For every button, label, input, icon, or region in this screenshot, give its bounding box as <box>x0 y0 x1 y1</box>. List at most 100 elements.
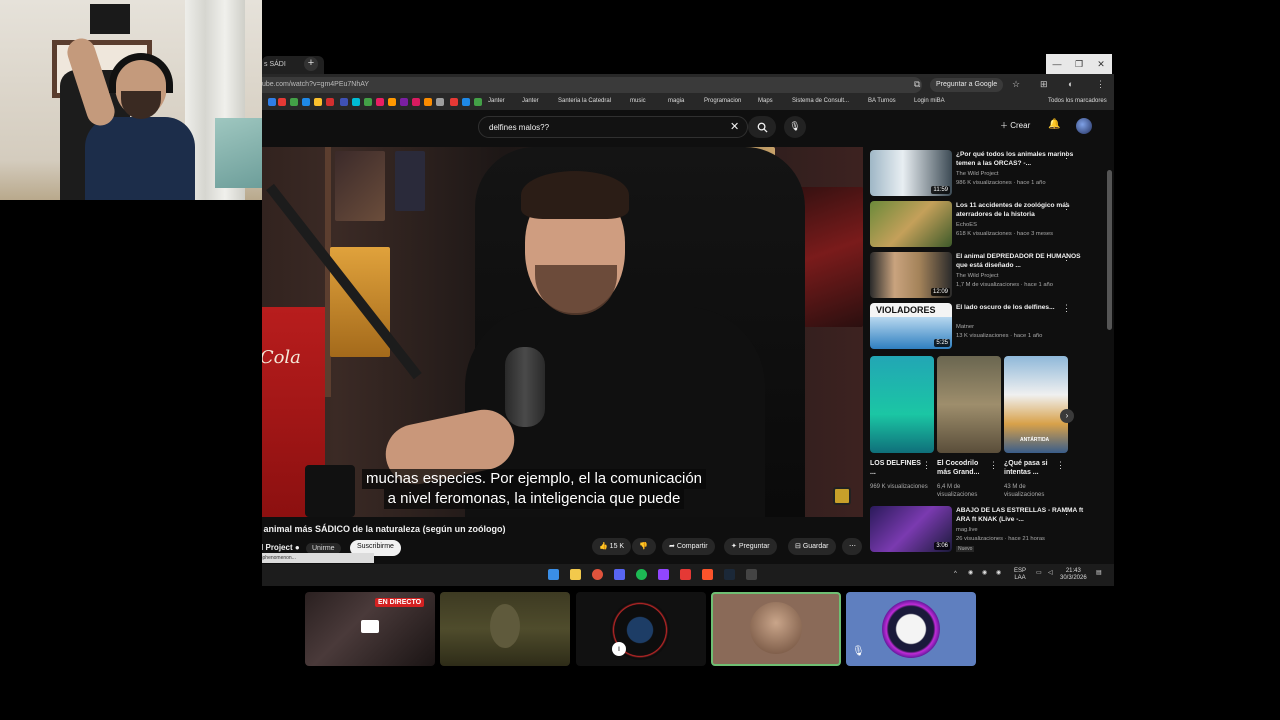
language-indicator[interactable]: ESP LAA <box>1014 568 1026 582</box>
more-actions-button[interactable]: ⋯ <box>842 538 862 555</box>
bookmark-icon[interactable] <box>326 98 334 106</box>
clock[interactable]: 21:43 30/3/2026 <box>1060 568 1087 582</box>
short-title[interactable]: El Cocodrilo más Grand... <box>937 459 993 477</box>
tray-app-icon[interactable]: ◉ <box>996 570 1001 577</box>
recommended-video[interactable]: Los 11 accidentes de zoológico más aterr… <box>870 201 1106 249</box>
more-options-icon[interactable]: ⋮ <box>1062 150 1071 161</box>
bookmark-icon[interactable] <box>340 98 348 106</box>
more-options-icon[interactable]: ⋮ <box>1062 303 1071 314</box>
voice-search-button[interactable]: 🎙 <box>784 116 806 138</box>
recommended-video[interactable]: 11:59 ¿Por qué todos los animales marino… <box>870 150 1106 198</box>
like-button[interactable]: 👍 15 K <box>592 538 632 555</box>
more-options-icon[interactable]: ⋮ <box>922 460 931 471</box>
extensions-icon[interactable]: ⊞ <box>1040 79 1048 90</box>
bookmark-icon[interactable] <box>462 98 470 106</box>
channel-name[interactable]: Matner <box>956 324 974 330</box>
new-tab-button[interactable]: + <box>304 57 318 71</box>
participant-tile-speaking[interactable] <box>711 592 841 666</box>
ask-button[interactable]: ✦ Preguntar <box>724 538 777 555</box>
bookmark-icon[interactable] <box>290 98 298 106</box>
app-icon[interactable] <box>746 569 757 580</box>
bookmark-maps[interactable]: Maps <box>758 98 773 104</box>
start-icon[interactable] <box>548 569 559 580</box>
search-input[interactable]: delfines malos?? <box>478 116 748 138</box>
participant-tile-stream[interactable]: EN DIRECTO <box>305 592 435 666</box>
video-thumbnail[interactable]: 12:09 <box>870 252 952 298</box>
bookmark-icon[interactable] <box>268 98 276 106</box>
bookmark-icon[interactable] <box>450 98 458 106</box>
participant-tile[interactable] <box>440 592 570 666</box>
channel-name[interactable]: The Wild Project <box>956 171 999 177</box>
bookmark-icon[interactable] <box>388 98 396 106</box>
tray-app-icon[interactable]: ◉ <box>982 570 987 577</box>
shorts-next-button[interactable]: › <box>1060 409 1074 423</box>
bookmark-santeria[interactable]: Santeria la Catedral <box>558 98 611 104</box>
video-player[interactable]: a-Cola muchas especies. Por ejemplo, el … <box>262 147 863 517</box>
app-icon[interactable] <box>680 569 691 580</box>
participant-tile[interactable]: 🎙 <box>846 592 976 666</box>
account-avatar[interactable] <box>1076 118 1092 134</box>
bookmark-sistema[interactable]: Sistema de Consult... <box>792 98 849 104</box>
chrome-icon[interactable] <box>592 569 603 580</box>
bookmark-icon[interactable] <box>424 98 432 106</box>
video-thumbnail[interactable]: VIOLADORES 5:25 <box>870 303 952 349</box>
bookmark-programacion[interactable]: Programacion <box>704 98 741 104</box>
volume-icon[interactable]: ◁ <box>1048 570 1053 577</box>
channel-name[interactable]: The Wild Project <box>956 273 999 279</box>
notifications-icon[interactable]: ▤ <box>1096 570 1102 577</box>
bookmark-icon[interactable] <box>376 98 384 106</box>
ask-google-button[interactable]: Preguntar a Google <box>930 78 1004 92</box>
bookmark-icon[interactable] <box>302 98 310 106</box>
close-window-button[interactable]: ✕ <box>1090 54 1112 74</box>
bookmark-icon[interactable] <box>474 98 482 106</box>
url-field[interactable]: ube.com/watch?v=gm4PEu7NhAY <box>262 77 922 93</box>
bookmark-icon[interactable] <box>278 98 286 106</box>
chevron-up-icon[interactable]: ^ <box>954 571 957 578</box>
profile-icon[interactable]: ◐ <box>1068 79 1073 89</box>
channel-name[interactable]: mag.live <box>956 527 978 533</box>
more-options-icon[interactable]: ⋮ <box>1062 201 1071 212</box>
recommended-video[interactable]: VIOLADORES 5:25 El lado oscuro de los de… <box>870 303 1106 351</box>
bookmark-janter-1[interactable]: Janter <box>488 98 505 104</box>
short-thumbnail[interactable] <box>937 356 1001 453</box>
bookmark-login-miba[interactable]: Login miBA <box>914 98 945 104</box>
bookmark-music[interactable]: music <box>630 98 646 104</box>
more-options-icon[interactable]: ⋮ <box>1062 506 1071 517</box>
short-thumbnail[interactable] <box>870 356 934 453</box>
channel-name[interactable]: The Wild Project ● <box>262 543 300 552</box>
bookmark-icon[interactable] <box>412 98 420 106</box>
video-thumbnail[interactable]: 3:06 <box>870 506 952 552</box>
spotify-icon[interactable] <box>636 569 647 580</box>
tray-app-icon[interactable]: ◉ <box>968 570 973 577</box>
bookmark-icon[interactable] <box>364 98 372 106</box>
recommended-video[interactable]: 12:09 El animal DEPREDADOR DE HUMANOS qu… <box>870 252 1106 300</box>
channel-name[interactable]: EchoES <box>956 222 977 228</box>
video-thumbnail[interactable] <box>870 201 952 247</box>
discord-icon[interactable] <box>614 569 625 580</box>
save-button[interactable]: ⊟ Guardar <box>788 538 836 555</box>
bookmark-ba-turnos[interactable]: BA Turnos <box>868 98 896 104</box>
more-options-icon[interactable]: ⋮ <box>1056 460 1065 471</box>
steam-icon[interactable] <box>724 569 735 580</box>
bookmark-icon[interactable] <box>400 98 408 106</box>
bookmark-all[interactable]: Todos los marcadores <box>1048 98 1107 104</box>
short-thumbnail[interactable]: ANTÁRTIDA <box>1004 356 1068 453</box>
short-title[interactable]: LOS DELFINES ... <box>870 459 926 477</box>
bookmark-magia[interactable]: magia <box>668 98 684 104</box>
menu-icon[interactable]: ⋮ <box>1096 79 1105 90</box>
share-button[interactable]: ➦ Compartir <box>662 538 715 555</box>
bookmark-icon[interactable] <box>314 98 322 106</box>
clear-search-icon[interactable]: ✕ <box>730 120 739 133</box>
scrollbar[interactable] <box>1107 170 1112 330</box>
video-thumbnail[interactable]: 11:59 <box>870 150 952 196</box>
more-options-icon[interactable]: ⋮ <box>989 460 998 471</box>
recommended-video[interactable]: 3:06 ABAJO DE LAS ESTRELLAS - RAMMA ft A… <box>870 506 1106 554</box>
bookmark-star-icon[interactable]: ☆ <box>1012 79 1020 90</box>
dislike-button[interactable]: 👎 <box>632 538 656 555</box>
bookmark-icon[interactable] <box>352 98 360 106</box>
file-explorer-icon[interactable] <box>570 569 581 580</box>
translate-icon[interactable]: ⧉ <box>914 79 920 90</box>
bookmark-janter-2[interactable]: Janter <box>522 98 539 104</box>
search-button[interactable] <box>748 116 776 138</box>
bookmark-icon[interactable] <box>436 98 444 106</box>
